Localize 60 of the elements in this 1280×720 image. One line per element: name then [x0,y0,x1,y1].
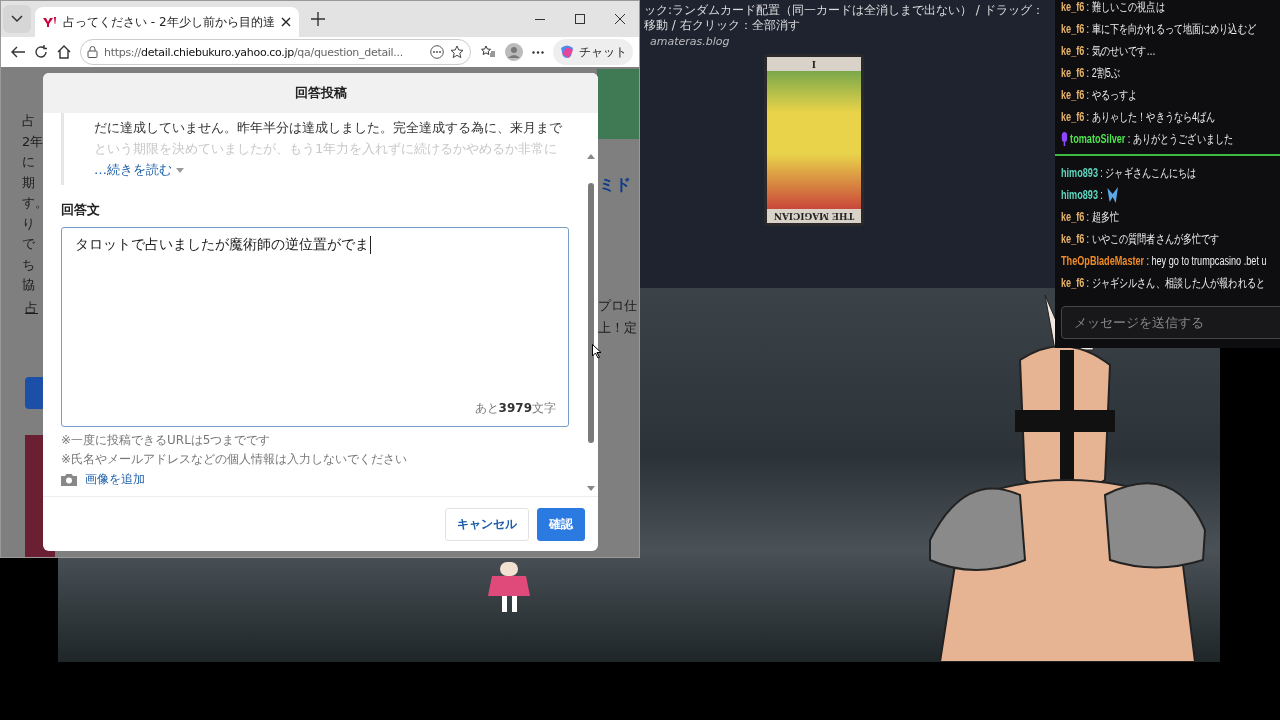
chat-message: : 2割5ぶ [1086,64,1121,82]
card-numeral: I [767,57,861,71]
add-image-link[interactable]: 画像を追加 [85,471,145,488]
chat-input[interactable]: メッセージを送信する [1061,306,1280,339]
dialog-title: 回答投稿 [43,73,598,113]
chat-message: : [1100,188,1103,202]
chat-username[interactable]: TheOpBladeMaster [1061,254,1145,268]
chat-message: : やるっすよ [1086,86,1138,104]
chat-message: : hey go to trumpcasino .bet u [1146,254,1267,268]
credit-text: amateras.blog [650,35,730,48]
confirm-button[interactable]: 確認 [537,507,585,541]
chat-username[interactable]: ke_f6 [1061,210,1085,224]
chat-username[interactable]: ke_f6 [1061,276,1085,290]
chat-message: : ジャギさんこんにちは [1100,164,1197,182]
cancel-button[interactable]: キャンセル [445,507,529,541]
question-text: す。 [22,194,48,212]
tag-link[interactable]: 占 [25,299,38,317]
browser-tab[interactable]: 占ってください - 2年少し前から目的達 [35,7,299,37]
answer-label: 回答文 [61,201,101,219]
chat-message: : ジャギシルさん、相談した人が報われると [1086,274,1265,292]
chat-message: : ありがとうございました [1127,130,1234,148]
chat-username[interactable]: tomatoSilver [1070,132,1126,146]
chat-message: : 車に下を向かれるって地面にめり込むど [1086,20,1256,38]
note-text: ※氏名やメールアドレスなどの個人情報は入力しないでください [61,451,409,468]
chat-username[interactable]: himo893 [1061,188,1098,202]
chat-message: : 気のせいです… [1086,42,1156,60]
instruction-text: ック:ランダムカード配置（同一カードは全消しまで出ない） / ドラッグ：移動 / 右クリック：全部消す [644,3,1045,33]
chat-message: : いやこの質問者さんが多忙です [1086,230,1220,248]
question-text: に [22,153,36,171]
chat-button[interactable]: チャット [553,39,633,65]
question-text: 期 [22,173,36,192]
read-more-link[interactable]: …続きを読む [94,161,184,179]
tarot-card[interactable]: THE MAGICIAN I [764,54,864,226]
question-text: で [22,235,36,253]
ad-heading: ミド [599,175,631,196]
chat-username[interactable]: ke_f6 [1061,88,1085,102]
chat-message: : 難しいこの視点は [1086,0,1165,16]
chat-username[interactable]: ke_f6 [1061,232,1085,246]
chat-username[interactable]: himo893 [1061,166,1098,180]
answer-field[interactable]: タロットで占いましたが魔術師の逆位置がでま あと3979文字 [61,227,569,427]
chat-username[interactable]: ke_f6 [1061,44,1085,58]
question-text: 協 [22,276,36,294]
question-text: ち [22,255,36,274]
ad-text: プロ仕 [598,297,637,315]
note-text: ※一度に投稿できるURLは5つまでです [61,432,272,449]
character-counter: あと3979文字 [474,400,556,417]
question-text: 占 [22,112,36,130]
chat-username[interactable]: ke_f6 [1061,0,1085,14]
tab-title: 占ってください - 2年少し前から目的達 [63,13,275,31]
chat-message: : 超多忙 [1086,208,1120,226]
chat-username[interactable]: ke_f6 [1061,110,1085,124]
chat-username[interactable]: ke_f6 [1061,22,1085,36]
ad-text: 上！定 [598,319,637,337]
chat-message: : ありゃした！やきうなら4ばん [1086,108,1216,126]
question-text: 2年 [22,132,45,151]
chat-username[interactable]: ke_f6 [1061,66,1085,80]
card-title: THE MAGICIAN [767,209,861,223]
url-text: https://detail.chiebukuro.yahoo.co.jp/qa/question_detail... [104,45,404,59]
quote-text: だに達成していません。昨年半分は達成しました。完全達成する為に、来月まで [94,119,563,137]
question-text: り [22,214,36,233]
